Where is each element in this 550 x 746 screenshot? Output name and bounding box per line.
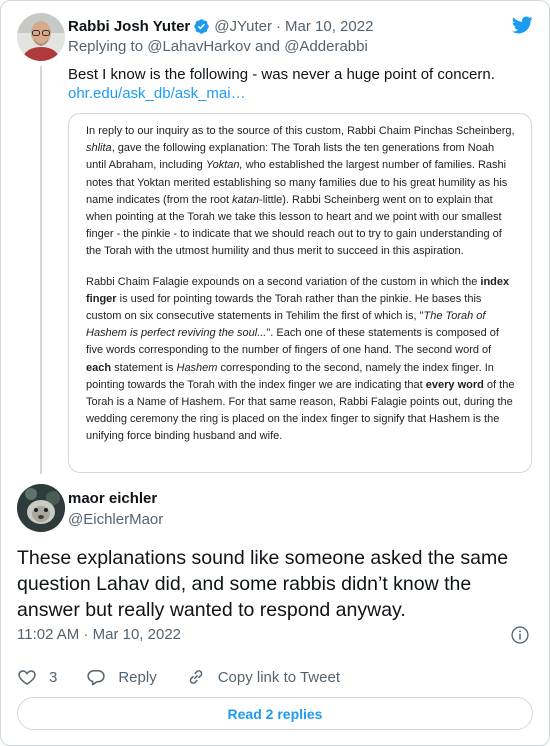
reply-date: Mar 10, 2022 [92, 626, 181, 643]
reply-label: Reply [118, 668, 157, 686]
p2-text-a: Rabbi Chaim Falagie expounds on a second… [86, 275, 481, 288]
reply-handle-lahavharkov[interactable]: @LahavHarkov [147, 38, 251, 55]
heart-icon [18, 670, 36, 685]
separator-dot: · [276, 17, 282, 35]
info-icon[interactable] [510, 625, 530, 645]
image-paragraph-2: Rabbi Chaim Falagie expounds on a second… [86, 274, 517, 446]
thread-connector-line [40, 66, 42, 474]
reply-button[interactable]: Reply [86, 667, 157, 687]
p2-text-d: statement is [111, 361, 177, 374]
p1-italic-b: Yoktan, [205, 159, 243, 172]
reply-author-name[interactable]: maor eichler [68, 490, 157, 507]
avatar-photo-icon [17, 13, 65, 61]
reply-author-handle[interactable]: @EichlerMaor [68, 511, 163, 528]
image-paragraph-1: In reply to our inquiry as to the source… [86, 123, 517, 261]
avatar-maor-eichler[interactable] [17, 484, 65, 532]
link-icon [189, 670, 202, 684]
like-button[interactable]: 3 [17, 667, 57, 687]
reply-body-text: These explanations sound like someone as… [17, 547, 509, 621]
tweet-body-text: Best I know is the following - was never… [68, 66, 495, 83]
timestamp-separator: · [79, 626, 93, 643]
tweet-link[interactable]: ohr.edu/ask_db/ask_mai… [68, 84, 246, 104]
replying-to-line: Replying to @LahavHarkov and @Adderabbi [68, 38, 368, 55]
p2-bold-c: each [86, 361, 112, 374]
avatar-rabbi-josh-yuter[interactable] [17, 13, 65, 61]
reply-timestamp[interactable]: 11:02 AM · Mar 10, 2022 [17, 626, 181, 643]
twitter-bird-icon[interactable] [510, 14, 534, 36]
verified-badge-icon [194, 18, 210, 34]
read-replies-button[interactable]: Read 2 replies [17, 697, 533, 730]
like-count: 3 [49, 668, 58, 686]
p2-text-b: is used for pointing towards the Torah r… [86, 292, 482, 323]
copy-link-button[interactable]: Copy link to Tweet [186, 667, 340, 687]
replying-to-prefix: Replying to [68, 38, 148, 55]
attached-image-card[interactable]: In reply to our inquiry as to the source… [68, 113, 532, 473]
author-name[interactable]: Rabbi Josh Yuter [68, 18, 190, 35]
reply-time: 11:02 AM [17, 626, 80, 643]
p2-italic-d: Hashem [176, 361, 218, 374]
copy-link-label: Copy link to Tweet [217, 668, 340, 686]
reply-handle-adderabbi[interactable]: @Adderabbi [284, 38, 368, 55]
tweet-header: Rabbi Josh Yuter @JYuter · Mar 10, 2022 [68, 16, 373, 36]
reply-bubble-icon [87, 670, 106, 686]
avatar-photo-icon [17, 484, 65, 532]
p1-italic-c: katan [232, 193, 260, 206]
replying-to-and: and [250, 38, 285, 55]
tweet-date[interactable]: Mar 10, 2022 [285, 18, 373, 35]
author-handle[interactable]: @JYuter [214, 18, 272, 35]
action-bar: 3 Reply Copy link to Tweet [17, 664, 369, 690]
p1-italic-a: shlita [86, 142, 112, 155]
p2-bold-e: every word [425, 378, 484, 391]
p1-text-a: In reply to our inquiry as to the source… [86, 125, 515, 137]
